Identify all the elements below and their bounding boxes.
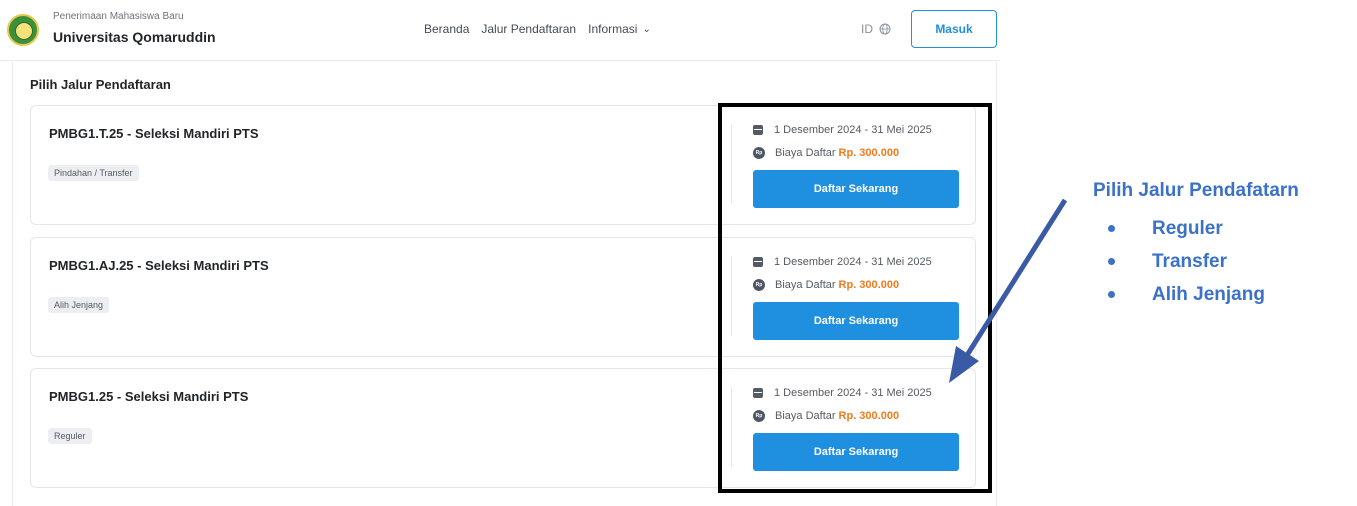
card-title: PMBG1.AJ.25 - Seleksi Mandiri PTS [49, 258, 269, 273]
bullet-icon [1108, 291, 1115, 298]
bullet-icon [1108, 225, 1115, 232]
language-code: ID [861, 22, 873, 36]
list-item-label: Reguler [1152, 217, 1223, 239]
nav-jalur-pendaftaran[interactable]: Jalur Pendaftaran [481, 22, 576, 36]
brand-title[interactable]: Universitas Qomaruddin [53, 29, 216, 45]
bullet-icon [1108, 258, 1115, 265]
chevron-down-icon: ⌄ [642, 24, 651, 35]
globe-icon [879, 23, 891, 35]
card-title: PMBG1.25 - Seleksi Mandiri PTS [49, 389, 249, 404]
status-badge: Alih Jenjang [48, 297, 110, 313]
login-button[interactable]: Masuk [911, 10, 997, 48]
callout-title: Pilih Jalur Pendafatarn [1093, 180, 1299, 201]
university-seal-icon[interactable] [7, 14, 39, 46]
status-badge: Pindahan / Transfer [48, 165, 139, 181]
language-switcher[interactable]: ID [861, 22, 891, 36]
list-item-label: Alih Jenjang [1152, 283, 1265, 305]
nav-informasi[interactable]: Informasi ⌄ [588, 22, 651, 36]
brand-subtitle: Penerimaan Mahasiswa Baru [53, 11, 184, 22]
list-item: Reguler [1108, 212, 1265, 245]
list-item: Transfer [1108, 245, 1265, 278]
callout-list: Reguler Transfer Alih Jenjang [1108, 212, 1265, 311]
list-item-label: Transfer [1152, 250, 1227, 272]
main-nav: Beranda Jalur Pendaftaran Informasi ⌄ [424, 22, 651, 36]
nav-informasi-label: Informasi [588, 22, 638, 36]
page-title: Pilih Jalur Pendaftaran [30, 77, 171, 92]
highlight-box [718, 103, 992, 493]
list-item: Alih Jenjang [1108, 278, 1265, 311]
status-badge: Reguler [48, 428, 92, 444]
card-title: PMBG1.T.25 - Seleksi Mandiri PTS [49, 126, 259, 141]
top-navbar: Penerimaan Mahasiswa Baru Universitas Qo… [0, 0, 1000, 61]
nav-beranda[interactable]: Beranda [424, 22, 469, 36]
